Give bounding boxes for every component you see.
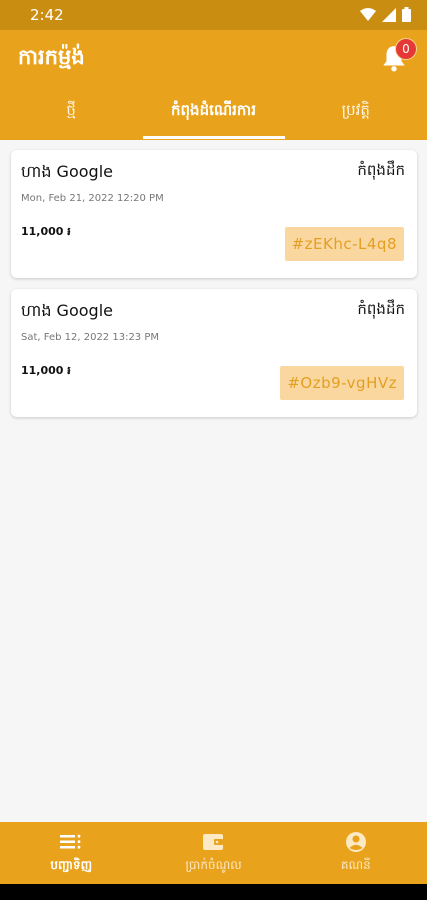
status-time: 2:42: [30, 6, 64, 24]
nav-income-label: ប្រាក់ចំណូល: [185, 858, 242, 872]
nav-account-label: គណនី: [340, 858, 371, 872]
order-status: កំពុងដឹក: [357, 300, 405, 318]
list-icon: [60, 834, 81, 849]
shop-name: ហាង Google: [21, 162, 113, 181]
page-title: ការកម្ម៉ង់: [18, 45, 85, 69]
account-icon: [345, 832, 366, 852]
order-tabs: ថ្មី កំពុងដំណើរការ ប្រវត្តិ: [0, 96, 427, 140]
wallet-icon: [203, 834, 224, 850]
signal-icon: [382, 7, 396, 22]
status-bar: 2:42: [0, 0, 427, 30]
active-tab-indicator: [143, 136, 285, 139]
notification-badge: 0: [395, 38, 417, 60]
nav-orders[interactable]: បញ្ជាទិញ: [0, 822, 142, 884]
order-date: Sat, Feb 12, 2022 13:23 PM: [21, 332, 160, 343]
order-amount: 11,000 ៛: [21, 364, 71, 377]
nav-orders-label: បញ្ជាទិញ: [50, 858, 92, 872]
nav-account[interactable]: គណនី: [285, 822, 427, 884]
bottom-navigation: បញ្ជាទិញ ប្រាក់ចំណូល គណនី: [0, 822, 427, 884]
order-card[interactable]: ហាង Google កំពុងដឹក Sat, Feb 12, 2022 13…: [11, 289, 417, 417]
tab-history[interactable]: ប្រវត្តិ: [285, 96, 427, 140]
order-code: #Ozb9-vgHVz: [280, 366, 404, 400]
tab-in-progress[interactable]: កំពុងដំណើរការ: [142, 96, 284, 140]
order-amount: 11,000 ៛: [21, 225, 71, 238]
order-list: ហាង Google កំពុងដឹក Mon, Feb 21, 2022 12…: [11, 150, 417, 428]
app-bar: ការកម្ម៉ង់ 0 ថ្មី កំពុងដំណើរការ ប្រវត្តិ: [0, 30, 427, 140]
order-date: Mon, Feb 21, 2022 12:20 PM: [21, 193, 164, 204]
wifi-icon: [360, 7, 376, 21]
order-code: #zEKhc-L4q8: [284, 227, 404, 261]
nav-income[interactable]: ប្រាក់ចំណូល: [142, 822, 284, 884]
order-card[interactable]: ហាង Google កំពុងដឹក Mon, Feb 21, 2022 12…: [11, 150, 417, 278]
tab-new[interactable]: ថ្មី: [0, 96, 142, 140]
battery-icon: [402, 7, 411, 22]
system-navigation-bar: [0, 884, 427, 900]
notification-button[interactable]: 0: [381, 38, 417, 74]
status-icons: [360, 7, 411, 22]
order-status: កំពុងដឹក: [357, 161, 405, 179]
shop-name: ហាង Google: [21, 301, 113, 320]
